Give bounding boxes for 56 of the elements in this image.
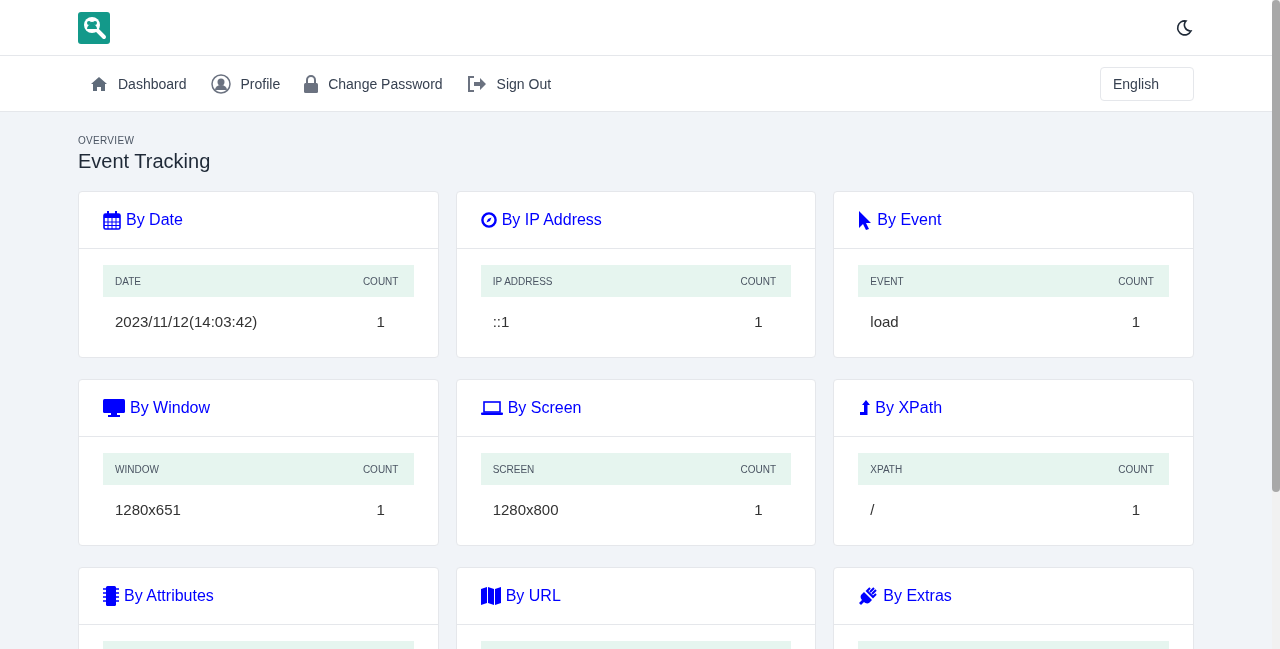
nav-link[interactable]: Change Password bbox=[304, 74, 443, 93]
table-cell-text: 1 bbox=[1130, 312, 1142, 330]
monitor-icon bbox=[103, 399, 125, 417]
cursor-icon bbox=[858, 210, 873, 230]
card-title: By Date bbox=[126, 211, 183, 229]
column-header: SCREEN bbox=[491, 463, 536, 475]
plug-icon bbox=[858, 586, 879, 606]
column-header: WINDOW bbox=[114, 463, 160, 475]
table-cell-text: 1 bbox=[375, 500, 386, 518]
nav-link[interactable]: Profile bbox=[210, 73, 281, 94]
sign-out-icon bbox=[466, 75, 487, 92]
nav-link[interactable]: Dashboard bbox=[90, 75, 187, 92]
card-title: By Extras bbox=[883, 587, 952, 605]
column-header: COUNT bbox=[739, 275, 778, 287]
table-cell-text: 1 bbox=[753, 500, 764, 518]
moon-icon[interactable] bbox=[1175, 18, 1193, 37]
column-header: XPATH bbox=[869, 463, 904, 475]
calendar-icon bbox=[103, 210, 121, 230]
column-header: DATE bbox=[114, 275, 142, 287]
card-title: By Window bbox=[130, 399, 211, 417]
table-cell-text: 1 bbox=[753, 312, 764, 330]
column-header: COUNT bbox=[1117, 463, 1155, 475]
language-select[interactable]: English bbox=[1100, 66, 1194, 101]
scrollbar-thumb[interactable] bbox=[1272, 0, 1280, 492]
section-label: OVERVIEW bbox=[78, 135, 136, 146]
card-title: By Event bbox=[877, 211, 942, 229]
column-header: COUNT bbox=[361, 463, 400, 475]
table-cell-text: 1 bbox=[1130, 500, 1142, 518]
compass-icon bbox=[480, 212, 497, 228]
column-header: COUNT bbox=[361, 275, 400, 287]
logo-icon[interactable] bbox=[78, 11, 110, 44]
column-header: IP ADDRESS bbox=[491, 275, 554, 287]
table-cell-text: 1280x651 bbox=[114, 500, 182, 518]
table-cell-text: load bbox=[869, 312, 900, 330]
arrow-up-icon bbox=[858, 399, 871, 417]
map-icon bbox=[480, 586, 501, 606]
lock-icon bbox=[304, 74, 319, 93]
column-header: EVENT bbox=[869, 275, 905, 287]
card-title: By Screen bbox=[507, 399, 582, 417]
card-title: By Attributes bbox=[124, 587, 214, 605]
table-cell-text: 2023/11/12(14:03:42) bbox=[114, 312, 259, 330]
laptop-icon bbox=[480, 401, 503, 415]
user-circle-icon bbox=[210, 73, 231, 94]
column-header: COUNT bbox=[739, 463, 778, 475]
chip-icon bbox=[103, 586, 119, 606]
table-cell-text: / bbox=[869, 500, 876, 518]
table-cell-text: 1280x800 bbox=[491, 500, 560, 518]
home-icon bbox=[90, 75, 108, 92]
card-title: By XPath bbox=[875, 399, 943, 417]
nav-link[interactable]: Sign Out bbox=[466, 75, 552, 92]
column-header: COUNT bbox=[1117, 275, 1155, 287]
card-title: By IP Address bbox=[501, 211, 602, 229]
table-cell-text: ::1 bbox=[491, 312, 511, 330]
page-title: Event Tracking bbox=[78, 150, 212, 173]
table-cell-text: 1 bbox=[375, 312, 386, 330]
card-title: By URL bbox=[505, 587, 561, 605]
